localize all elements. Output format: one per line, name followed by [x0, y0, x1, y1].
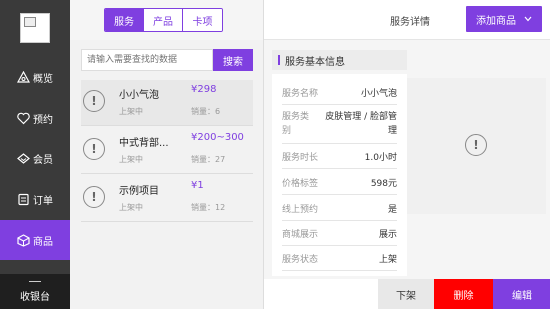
info-key: 服务状态	[282, 255, 319, 265]
service-info: 服务名称 小小气泡 服务类别 皮肤管理 / 脸部管理 服务时长 1.0小时 价格…	[272, 74, 407, 276]
sidebar-item-member[interactable]: 会员	[0, 138, 70, 178]
info-value: 1.0小时	[364, 153, 397, 163]
section-title: 服务基本信息	[272, 50, 407, 70]
info-row-name: 服务名称 小小气泡	[282, 86, 397, 105]
item-price: ¥298	[191, 84, 217, 95]
sidebar-item-label: 概览	[33, 73, 53, 85]
info-row-duration: 服务时长 1.0小时	[282, 150, 397, 169]
page-title: 服务详情	[390, 17, 430, 28]
sidebar-item-label: 会员	[33, 154, 53, 166]
edit-button[interactable]: 编辑	[493, 279, 550, 309]
tabs-bar: 服务 产品 卡项	[70, 0, 263, 40]
item-sales: 销量：12	[191, 203, 226, 212]
sidebar-item-order[interactable]: 订单	[0, 179, 70, 219]
info-key: 服务时长	[282, 153, 319, 163]
item-name: 小小气泡	[119, 90, 159, 101]
info-row-online-booking: 线上预约 是	[282, 202, 397, 221]
action-bar: 下架 删除 编辑	[264, 279, 550, 309]
add-product-label: 添加商品	[476, 15, 516, 27]
info-row-status: 服务状态 上架	[282, 252, 397, 271]
divider	[81, 125, 253, 126]
sidebar-item-label: 预约	[33, 114, 53, 126]
section-title-text: 服务基本信息	[285, 56, 345, 68]
divider	[81, 173, 253, 174]
info-key: 服务名称	[282, 89, 319, 99]
info-value: 皮肤管理 / 脸部管理	[325, 112, 397, 136]
info-key: 价格标签	[282, 179, 319, 189]
placeholder-image-icon: !	[83, 186, 105, 208]
list-item[interactable]: ! 小小气泡 上架中 ¥298 销量：6	[81, 80, 253, 126]
broken-image-icon	[24, 17, 36, 27]
divider	[81, 221, 253, 222]
item-price: ¥200~300	[191, 132, 244, 143]
cashier-divider	[29, 280, 41, 282]
logo-image	[20, 13, 50, 43]
cashier-button[interactable]: 收银台	[0, 274, 70, 309]
product-icon	[17, 233, 30, 247]
section-marker	[278, 55, 280, 65]
item-status: 上架中	[119, 203, 143, 212]
item-sales: 销量：27	[191, 155, 226, 164]
sidebar-item-label: 订单	[33, 195, 53, 207]
cashier-label: 收银台	[20, 291, 50, 303]
placeholder-image-icon: !	[83, 138, 105, 160]
search-button[interactable]: 搜索	[213, 49, 253, 71]
info-key: 商城展示	[282, 230, 319, 240]
info-value: 展示	[378, 230, 397, 240]
list-item[interactable]: ! 中式背部... 上架中 ¥200~300 销量：27	[81, 128, 253, 174]
appointment-icon	[17, 112, 30, 125]
info-key: 线上预约	[282, 205, 319, 215]
search-bar: 搜索	[81, 49, 253, 71]
info-row-price: 价格标签 598元	[282, 176, 397, 195]
item-name: 中式背部...	[119, 138, 169, 149]
item-status: 上架中	[119, 155, 143, 164]
add-product-button[interactable]: 添加商品	[466, 6, 542, 32]
info-value: 小小气泡	[360, 89, 397, 99]
info-key: 服务类别	[282, 112, 310, 136]
item-price: ¥1	[191, 180, 204, 191]
info-value: 是	[387, 205, 397, 215]
list-item[interactable]: ! 示例项目 上架中 ¥1 销量：12	[81, 176, 253, 222]
item-sales: 销量：6	[191, 107, 221, 116]
tab-card[interactable]: 卡项	[183, 9, 222, 31]
sidebar-item-overview[interactable]: 概览	[0, 57, 70, 97]
overview-icon	[17, 70, 30, 84]
member-icon	[17, 152, 30, 165]
tab-product[interactable]: 产品	[144, 9, 183, 31]
item-name: 示例项目	[119, 186, 159, 197]
tab-service[interactable]: 服务	[105, 9, 144, 31]
item-status: 上架中	[119, 107, 143, 116]
service-detail-panel: 服务详情 添加商品 服务基本信息 服务名称 小小气泡 服务类别 皮肤管理 / 脸…	[263, 0, 550, 309]
placeholder-image-icon: !	[83, 90, 105, 112]
take-offline-button[interactable]: 下架	[378, 279, 434, 309]
category-tabs: 服务 产品 卡项	[104, 8, 223, 32]
chevron-down-icon	[524, 14, 532, 25]
info-row-category: 服务类别 皮肤管理 / 脸部管理	[282, 110, 397, 144]
info-value: 598元	[370, 179, 397, 189]
detail-header: 服务详情 添加商品	[264, 0, 550, 40]
delete-button[interactable]: 删除	[434, 279, 493, 309]
sidebar-item-appointment[interactable]: 预约	[0, 98, 70, 138]
sidebar: 概览 预约 会员 订单 商品 收银台	[0, 0, 70, 309]
service-image: !	[407, 78, 546, 214]
product-list-panel: 服务 产品 卡项 搜索 ! 小小气泡 上架中 ¥298 销量：6 ! 中式背部.…	[70, 0, 263, 309]
order-icon	[17, 193, 30, 206]
info-row-mall-display: 商城展示 展示	[282, 227, 397, 246]
sidebar-item-label: 商品	[33, 236, 53, 248]
info-value: 上架	[378, 255, 397, 265]
search-input[interactable]	[81, 49, 213, 71]
placeholder-image-icon: !	[465, 134, 487, 156]
sidebar-item-product[interactable]: 商品	[0, 220, 70, 260]
